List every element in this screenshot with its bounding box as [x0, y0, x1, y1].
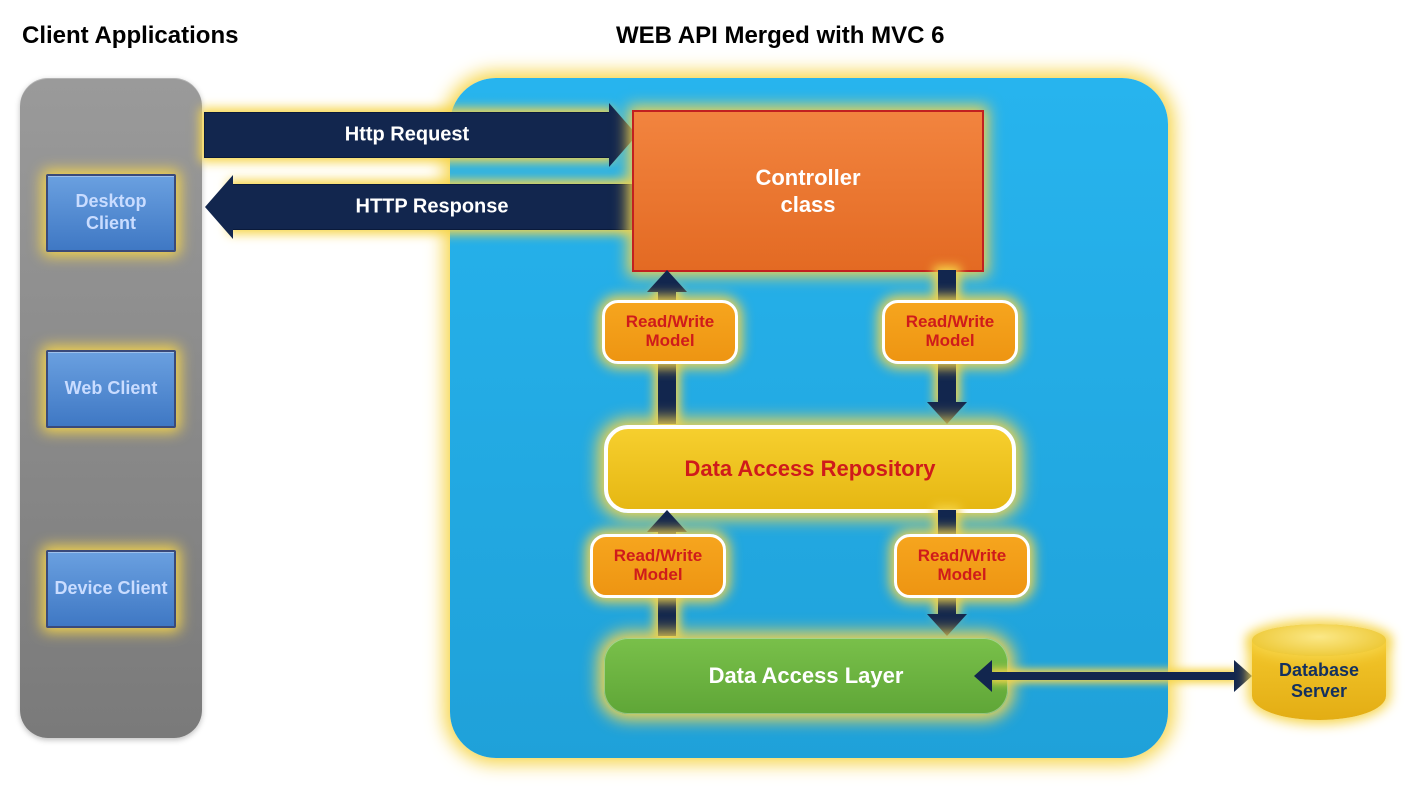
client-applications-panel: Desktop Client Web Client Device Client [20, 78, 202, 738]
read-write-model-pill-1: Read/Write Model [602, 300, 738, 364]
heading-client-applications: Client Applications [22, 22, 238, 50]
device-client-box: Device Client [46, 550, 176, 628]
data-access-repository-label: Data Access Repository [684, 456, 935, 482]
web-client-box: Web Client [46, 350, 176, 428]
database-server-label: Database Server [1252, 660, 1386, 701]
database-server: Database Server [1252, 624, 1386, 724]
data-access-layer-box: Data Access Layer [604, 638, 1008, 714]
http-response-arrow: HTTP Response [232, 184, 632, 230]
http-response-label: HTTP Response [233, 196, 631, 219]
read-write-model-pill-3: Read/Write Model [590, 534, 726, 598]
controller-class-label: Controllerclass [755, 164, 860, 219]
http-request-label: Http Request [205, 124, 609, 147]
controller-class-box: Controllerclass [632, 110, 984, 272]
data-access-layer-label: Data Access Layer [709, 663, 904, 689]
read-write-model-pill-2: Read/Write Model [882, 300, 1018, 364]
data-access-repository-box: Data Access Repository [604, 425, 1016, 513]
http-request-arrow: Http Request [204, 112, 610, 158]
read-write-model-pill-4: Read/Write Model [894, 534, 1030, 598]
arrow-dal-database [992, 672, 1234, 680]
heading-web-api: WEB API Merged with MVC 6 [616, 22, 944, 50]
desktop-client-box: Desktop Client [46, 174, 176, 252]
